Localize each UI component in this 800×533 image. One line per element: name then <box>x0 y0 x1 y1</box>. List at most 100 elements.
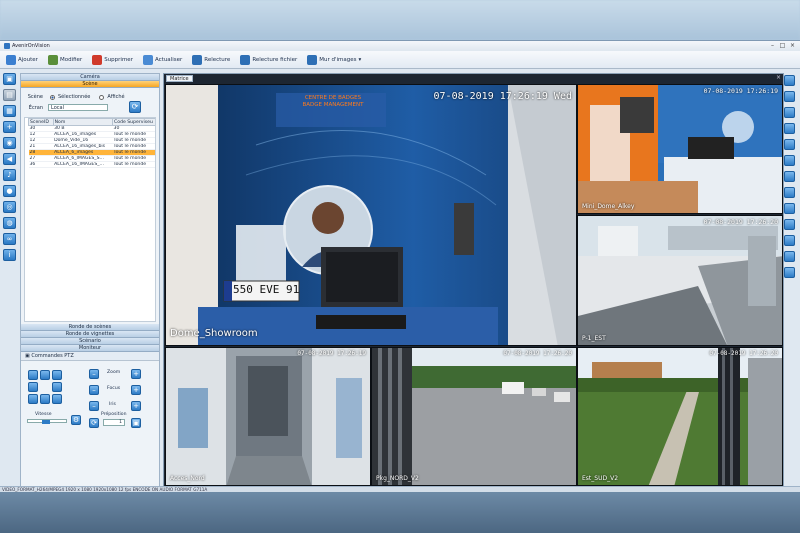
tab-matrix[interactable]: Matrice <box>166 75 193 82</box>
toolbar-label: Mur d'images <box>319 56 357 63</box>
focus-near-button[interactable]: – <box>89 385 99 395</box>
layout-1-icon[interactable] <box>784 75 795 86</box>
layout-25-icon[interactable] <box>784 219 795 230</box>
record-tool-icon[interactable]: ◍ <box>3 217 16 229</box>
section-header-3[interactable]: Moniteur <box>21 345 159 352</box>
ptz-down-left-button[interactable] <box>28 394 38 404</box>
close-matrix-icon[interactable]: × <box>776 74 781 81</box>
ptz-title: ▣ Commandes PTZ <box>21 352 159 361</box>
toolbar-add-button[interactable]: Ajouter <box>4 54 40 66</box>
volume-tool-icon[interactable]: ♪ <box>3 169 16 181</box>
p1-est-scene <box>578 216 782 345</box>
info-tool-icon[interactable]: i <box>3 249 16 261</box>
preset-save-button[interactable]: ▣ <box>131 418 141 428</box>
layout-64-icon[interactable] <box>784 267 795 278</box>
minimize-button[interactable]: – <box>769 42 776 49</box>
camera-tile-est-sud[interactable]: 07-08-2019 17:26:20 Est_SUD_V2 <box>577 347 783 486</box>
scene-section-header[interactable]: Scène <box>21 81 159 88</box>
audio-tool-icon[interactable]: ◀ <box>3 153 16 165</box>
right-layout-strip <box>784 75 798 283</box>
zoom-in-button[interactable]: + <box>131 369 141 379</box>
camera-tile-mini-dome[interactable]: 07-08-2019 17:26:19 Mini_Dome_Alkey <box>577 84 783 214</box>
ptz-up-button[interactable] <box>40 370 50 380</box>
layout-4-icon[interactable] <box>784 91 795 102</box>
microphone-tool-icon[interactable]: ● <box>3 185 16 197</box>
toolbar-delete-button[interactable]: Supprimer <box>90 54 135 66</box>
layout-6-icon[interactable] <box>784 107 795 118</box>
add-tool-icon[interactable]: + <box>3 121 16 133</box>
file-playback-icon <box>240 54 251 65</box>
toolbar-edit-button[interactable]: Modifier <box>46 54 84 66</box>
speed-slider[interactable] <box>27 419 67 424</box>
speed-label: Vitesse <box>35 412 52 417</box>
layout-36-icon[interactable] <box>784 235 795 246</box>
ptz-down-button[interactable] <box>40 394 50 404</box>
zoom-out-button[interactable]: – <box>89 369 99 379</box>
link-tool-icon[interactable]: ∞ <box>3 233 16 245</box>
screen-select[interactable]: Local <box>48 104 108 111</box>
preset-input[interactable]: 1 <box>103 419 125 426</box>
snapshot-tool-icon[interactable]: ◉ <box>3 137 16 149</box>
background-bottom <box>0 492 800 533</box>
toolbar-refresh-button[interactable]: Actualiser <box>141 54 184 66</box>
camera-name: Acces_Nord <box>170 475 205 482</box>
section-header-1[interactable]: Ronde de vignettes <box>21 331 159 338</box>
ptz-down-right-button[interactable] <box>52 394 62 404</box>
section-header-0[interactable]: Ronde de scènes <box>21 324 159 331</box>
table-cell: ALCEA_16_images_bis <box>53 143 113 150</box>
ptz-right-button[interactable] <box>52 382 62 392</box>
refresh-scenes-button[interactable]: ⟳ <box>129 101 141 113</box>
iris-close-button[interactable]: – <box>89 401 99 411</box>
ptz-up-right-button[interactable] <box>52 370 62 380</box>
sequence-tool-icon[interactable]: ◎ <box>3 201 16 213</box>
showroom-sign: CENTRE DE BADGES BADGE MANAGEMENT <box>302 95 364 108</box>
table-header[interactable]: SceneID <box>28 118 54 126</box>
speed-slider-thumb[interactable] <box>42 420 50 424</box>
toolbar-label: Ajouter <box>18 56 38 63</box>
close-window-button[interactable]: × <box>789 42 796 49</box>
ptz-controls: – Zoom + – Focus + – Iris + Vitesse ⚙ Pr… <box>21 361 159 433</box>
section-header-2[interactable]: Scénario <box>21 338 159 345</box>
camera-tile-pkg-nord[interactable]: 07-08-2019 17:26:20 Pkg_NORD_V2 <box>371 347 577 486</box>
layout-16-icon[interactable] <box>784 187 795 198</box>
toolbar-file-playback-button[interactable]: Relecture fichier <box>238 54 299 66</box>
ptz-left-button[interactable] <box>28 382 38 392</box>
toolbar-label: Relecture fichier <box>252 56 298 63</box>
toolbar-label: Relecture <box>204 56 231 63</box>
layout-9-icon[interactable] <box>784 139 795 150</box>
table-header[interactable]: Nom <box>52 118 114 126</box>
iris-open-button[interactable]: + <box>131 401 141 411</box>
camera-timestamp: 07-08-2019 17:26:20 <box>709 350 778 357</box>
toolbar-label: Supprimer <box>104 56 133 63</box>
layout-49-icon[interactable] <box>784 251 795 262</box>
table-row[interactable]: 36 ALCEA_16_IMAGES_... Tout le monde <box>28 161 155 168</box>
focus-far-button[interactable]: + <box>131 385 141 395</box>
toolbar-playback-button[interactable]: Relecture <box>190 54 232 66</box>
camera-section-header[interactable]: Caméra <box>21 74 159 81</box>
maximize-button[interactable]: □ <box>779 42 786 49</box>
acces-nord-scene <box>166 348 370 485</box>
camera-tool-icon[interactable]: ▣ <box>3 73 16 85</box>
ptz-expand-icon[interactable]: ▣ <box>25 353 30 359</box>
app-title: AvenirOnVision <box>12 43 50 49</box>
ptz-up-left-button[interactable] <box>28 370 38 380</box>
left-icon-strip: ▣ ▤ ▦ + ◉ ◀ ♪ ● ◎ ◍ ∞ i <box>2 71 18 265</box>
radio-selected[interactable] <box>50 94 55 100</box>
camera-tile-acces-nord[interactable]: 07-08-2019 17:26:19 Acces_Nord <box>165 347 371 486</box>
radio-displayed[interactable] <box>99 94 105 100</box>
layout-13-icon[interactable] <box>784 171 795 182</box>
layout-10-icon[interactable] <box>784 155 795 166</box>
layout-tool-icon[interactable]: ▦ <box>3 105 16 117</box>
layout-8-icon[interactable] <box>784 123 795 134</box>
preset-go-button[interactable]: ⟳ <box>89 418 99 428</box>
table-header[interactable]: Code Superviseu <box>112 118 155 126</box>
camera-tile-showroom[interactable]: CENTRE DE BADGES BADGE MANAGEMENT 550 EV… <box>165 84 577 346</box>
chevron-down-icon[interactable]: ▾ <box>359 57 362 63</box>
camera-name: Est_SUD_V2 <box>582 475 619 482</box>
ptz-settings-button[interactable]: ⚙ <box>71 415 81 425</box>
map-tool-icon[interactable]: ▤ <box>3 89 16 101</box>
camera-name: Dome_Showroom <box>170 328 258 339</box>
camera-tile-p1-est[interactable]: 07-08-2019 17:26:20 P-1_EST <box>577 215 783 346</box>
toolbar-video-wall-button[interactable]: Mur d'images ▾ <box>305 54 363 66</box>
layout-20-icon[interactable] <box>784 203 795 214</box>
